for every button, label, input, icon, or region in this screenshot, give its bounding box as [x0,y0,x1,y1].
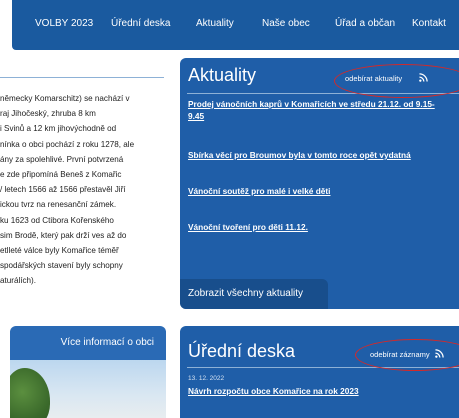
history-line: německy Komarschitz) se nachází v [0,94,130,103]
board-item-date: 13. 12. 2022 [188,375,225,382]
board-item-link[interactable]: Návrh rozpočtu obce Komařice na rok 2023 [188,386,359,396]
nav-item-aktuality[interactable]: Aktuality [196,18,234,29]
nav-item-urad-a-obcan[interactable]: Úřad a občan [335,18,395,29]
history-line: spodářských stavení byly schopny [0,261,123,271]
more-info-button[interactable]: Více informací o obci [10,326,166,360]
history-line: raj Jihočeský, zhruba 8 km [0,109,96,119]
village-photo [10,360,166,418]
nav-item-uredni-deska[interactable]: Úřední deska [111,18,170,29]
history-line: e zde připomíná Beneš z Komařic [0,170,122,180]
news-item[interactable]: Sbírka věcí pro Broumov byla v tomto roc… [188,149,450,161]
top-navigation: VOLBY 2023 Úřední deska Aktuality Naše o… [12,0,459,50]
nav-item-volby[interactable]: VOLBY 2023 [35,18,93,29]
history-line: i Svinů a 12 km jihovýchodně od [0,124,117,134]
news-title: Aktuality [188,65,257,85]
history-divider [0,77,164,78]
history-line: sim Brodě, který pak drží ves až do [0,230,127,240]
news-item[interactable]: Vánoční soutěž pro malé i velké děti [188,185,450,197]
board-title: Úřední deska [188,341,296,361]
tree-image [10,368,50,418]
more-info-card: Více informací o obci [10,326,166,418]
history-line: ku 1623 od Ctibora Kořenského [0,215,114,225]
highlight-ellipse-news [334,64,459,98]
history-line: ány za spolehlivé. První potvrzená [0,154,124,164]
history-line: / letech 1566 až 1566 přestavěl Jiří [0,185,126,195]
history-line: etlleté válce byly Komařice téměř [0,246,119,256]
history-text: německy Komarschitz) se nachází v raj Ji… [0,91,166,289]
history-line: nínka o obci pochází z roku 1278, ale [0,139,135,149]
nav-item-nase-obec[interactable]: Naše obec [262,18,310,29]
news-item[interactable]: Vánoční tvoření pro děti 11.12. [188,221,450,233]
history-line: aturálích). [0,276,36,286]
all-news-button[interactable]: Zobrazit všechny aktuality [180,279,328,309]
news-item[interactable]: Prodej vánočních kaprů v Komařicích ve s… [188,98,450,122]
nav-item-kontakt[interactable]: Kontakt [412,18,446,29]
history-line: ickou tvrz na renesanční zámek. [0,200,117,210]
